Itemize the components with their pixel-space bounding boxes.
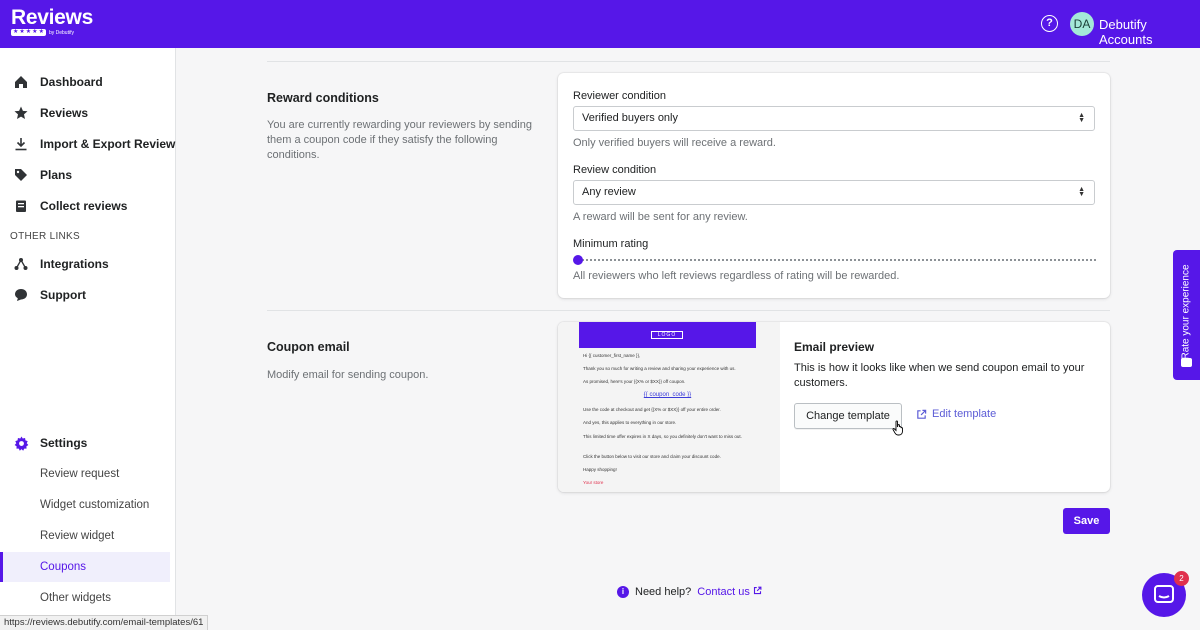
sidebar-item-import-export[interactable]: Import & Export Review	[0, 129, 176, 159]
review-condition-help: A reward will be sent for any review.	[573, 211, 748, 223]
external-link-icon	[917, 409, 927, 419]
sidebar-item-label: Plans	[40, 168, 73, 182]
tag-icon	[13, 167, 29, 183]
rate-experience-label: Rate your experience	[1180, 264, 1192, 360]
reward-conditions-card: Reviewer condition Verified buyers only …	[558, 73, 1110, 298]
email-header: LOGO	[579, 322, 756, 348]
email-template-thumbnail[interactable]: LOGO Hi {{ customer_first_name }}, Thank…	[558, 322, 780, 492]
brand-name: Reviews	[11, 6, 93, 29]
minimum-rating-label: Minimum rating	[573, 238, 649, 250]
sidebar-item-widget-customization[interactable]: Widget customization	[0, 490, 170, 520]
download-icon	[13, 136, 29, 152]
hand-cursor-icon	[892, 420, 903, 436]
brand-logo[interactable]: Reviews ★ ★ ★ ★ ★ by Debutify	[11, 6, 93, 36]
sidebar-item-settings[interactable]: Settings	[0, 428, 176, 458]
sidebar-item-plans[interactable]: Plans	[0, 160, 176, 190]
sidebar-item-dashboard[interactable]: Dashboard	[0, 67, 176, 97]
email-preview-title: Email preview	[794, 340, 875, 354]
email-logo: LOGO	[651, 331, 683, 339]
sidebar-item-review-widget[interactable]: Review widget	[0, 521, 170, 551]
email-coupon-code: {{ coupon_code }}	[643, 392, 692, 398]
review-condition-select[interactable]: Any review ▲ ▼	[573, 180, 1095, 205]
sidebar-item-coupons[interactable]: Coupons	[0, 552, 170, 582]
edit-template-link[interactable]: Edit template	[916, 408, 996, 420]
sidebar-item-label: Coupons	[40, 561, 87, 573]
clipboard-icon	[13, 198, 29, 214]
sidebar-item-collect-reviews[interactable]: Collect reviews	[0, 191, 176, 221]
other-links-heading: OTHER LINKS	[10, 231, 80, 242]
brand-stars-icon: ★ ★ ★ ★ ★	[11, 29, 46, 36]
sidebar-item-support[interactable]: Support	[0, 280, 176, 310]
top-bar: Reviews ★ ★ ★ ★ ★ by Debutify ? DA Debutify …	[0, 0, 1200, 48]
coupon-email-description: Modify email for sending coupon.	[267, 369, 429, 381]
section-divider	[267, 61, 1110, 62]
sidebar-item-label: Reviews	[40, 106, 89, 120]
edit-template-label: Edit template	[932, 408, 997, 420]
avatar[interactable]: DA	[1070, 12, 1094, 36]
reviewer-condition-label: Reviewer condition	[573, 90, 666, 102]
sidebar-item-other-widgets[interactable]: Other widgets	[0, 583, 170, 613]
reward-conditions-title: Reward conditions	[267, 91, 379, 105]
reward-conditions-description: You are currently rewarding your reviewe…	[267, 119, 532, 161]
email-line: Click the button below to visit our stor…	[583, 454, 721, 459]
email-preview-description: This is how it looks like when we send c…	[794, 362, 1085, 389]
sidebar-item-label: Integrations	[40, 257, 109, 271]
email-line: This limited time offer expires in X day…	[583, 434, 742, 439]
coupon-email-card: LOGO Hi {{ customer_first_name }}, Thank…	[558, 322, 1110, 492]
sidebar-item-label: Settings	[40, 436, 88, 450]
feedback-icon	[1181, 358, 1192, 367]
email-line: And yes, this applies to everything in o…	[583, 420, 677, 425]
email-line: Thank you so much for writing a review a…	[583, 366, 736, 371]
home-icon	[13, 74, 29, 90]
sidebar-item-integrations[interactable]: Integrations	[0, 249, 176, 279]
sidebar-item-label: Dashboard	[40, 75, 103, 89]
select-arrows-icon: ▲ ▼	[1078, 112, 1085, 124]
need-help-text: Need help?	[635, 586, 692, 598]
star-icon	[13, 105, 29, 121]
sidebar-item-label: Import & Export Review	[40, 137, 176, 151]
email-line: Hi {{ customer_first_name }},	[583, 353, 641, 358]
select-arrows-icon: ▲ ▼	[1078, 186, 1085, 198]
save-button[interactable]: Save	[1063, 508, 1110, 534]
contact-us-link[interactable]: Contact us	[697, 586, 762, 598]
review-condition-value: Any review	[582, 186, 636, 198]
question-circle-icon[interactable]: ?	[1041, 15, 1058, 32]
sidebar-item-label: Support	[40, 288, 86, 302]
account-name[interactable]: Debutify Accounts	[1099, 17, 1200, 47]
reviewer-condition-value: Verified buyers only	[582, 112, 678, 124]
need-help: i Need help? Contact us	[617, 586, 762, 598]
gear-icon	[13, 435, 29, 451]
info-icon: i	[617, 586, 629, 598]
status-url: https://reviews.debutify.com/email-templ…	[0, 615, 209, 630]
coupon-email-title: Coupon email	[267, 340, 350, 354]
chat-bubble-icon	[13, 287, 29, 303]
external-link-icon	[753, 586, 762, 595]
minimum-rating-slider-track[interactable]	[578, 259, 1096, 261]
minimum-rating-slider-thumb[interactable]	[573, 255, 583, 265]
reviewer-condition-help: Only verified buyers will receive a rewa…	[573, 137, 776, 149]
contact-us-label: Contact us	[697, 586, 750, 598]
brand-by-text: by Debutify	[48, 29, 74, 36]
email-body: Hi {{ customer_first_name }}, Thank you …	[579, 348, 756, 492]
minimum-rating-help: All reviewers who left reviews regardles…	[573, 270, 900, 282]
sidebar-item-review-request[interactable]: Review request	[0, 459, 170, 489]
email-line: Your store	[583, 480, 604, 485]
sidebar: Dashboard Reviews Import & Export Review…	[0, 48, 176, 630]
sidebar-item-label: Collect reviews	[40, 199, 128, 213]
change-template-button[interactable]: Change template	[794, 403, 902, 429]
active-indicator	[0, 552, 3, 582]
sidebar-item-reviews[interactable]: Reviews	[0, 98, 176, 128]
email-line: Use the code at checkout and get {{X% or…	[583, 407, 721, 412]
section-divider	[267, 310, 1110, 311]
reviewer-condition-select[interactable]: Verified buyers only ▲ ▼	[573, 106, 1095, 131]
rate-experience-tab[interactable]: Rate your experience	[1173, 250, 1200, 380]
review-condition-label: Review condition	[573, 164, 657, 176]
email-line: As promised, here's your {{X% or $XX}} o…	[583, 379, 686, 384]
email-line: Happy shopping!	[583, 467, 617, 472]
brand-subline: ★ ★ ★ ★ ★ by Debutify	[11, 29, 93, 36]
share-nodes-icon	[13, 256, 29, 272]
chat-unread-badge: 2	[1174, 571, 1189, 586]
